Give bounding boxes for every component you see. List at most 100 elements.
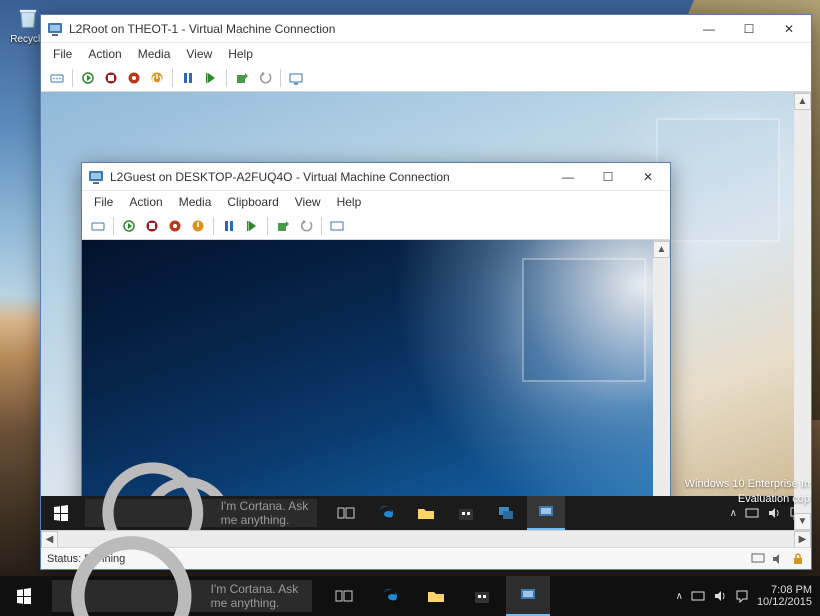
menu-help[interactable]: Help	[222, 45, 259, 63]
menu-media[interactable]: Media	[173, 193, 218, 211]
outer-vertical-scrollbar[interactable]: ▲ ▼	[794, 92, 811, 530]
windows-logo-icon	[16, 588, 32, 604]
edge-button[interactable]	[368, 576, 412, 616]
folder-icon	[417, 504, 435, 522]
vmconnect-taskbar-button[interactable]	[527, 496, 565, 530]
tray-chevron-icon[interactable]: ∧	[676, 591, 683, 602]
shutdown-button[interactable]	[165, 216, 185, 236]
inner-close-button[interactable]: ✕	[628, 164, 668, 190]
windows-logo-icon	[53, 505, 69, 521]
action-center-icon[interactable]	[735, 589, 749, 603]
vmconnect-icon	[519, 586, 537, 604]
inner-menubar: File Action Media Clipboard View Help	[82, 191, 670, 213]
hyperv-icon	[497, 504, 515, 522]
edge-icon	[381, 587, 399, 605]
network-icon[interactable]	[691, 589, 705, 603]
start-button[interactable]	[78, 68, 98, 88]
outer-maximize-button[interactable]: ☐	[729, 16, 769, 42]
tray-clock[interactable]: 7:08 PM 10/12/2015	[757, 584, 812, 608]
menu-file[interactable]: File	[88, 193, 119, 211]
menu-clipboard[interactable]: Clipboard	[221, 193, 284, 211]
enhanced-session-button[interactable]	[327, 216, 347, 236]
task-view-icon	[337, 504, 355, 522]
store-icon	[473, 587, 491, 605]
tray-chevron-icon[interactable]: ∧	[730, 508, 737, 519]
menu-media[interactable]: Media	[132, 45, 177, 63]
start-button[interactable]	[119, 216, 139, 236]
checkpoint-button[interactable]	[273, 216, 293, 236]
task-view-button[interactable]	[327, 496, 365, 530]
pause-button[interactable]	[219, 216, 239, 236]
vmconnect-icon	[88, 169, 104, 185]
menu-action[interactable]: Action	[123, 193, 168, 211]
save-button[interactable]	[147, 68, 167, 88]
inner-maximize-button[interactable]: ☐	[588, 164, 628, 190]
vmconnect-icon	[537, 503, 555, 521]
turnoff-button[interactable]	[142, 216, 162, 236]
explorer-button[interactable]	[407, 496, 445, 530]
outer-titlebar[interactable]: L2Root on THEOT-1 - Virtual Machine Conn…	[41, 15, 811, 43]
volume-icon[interactable]	[767, 506, 781, 520]
host-taskbar: I'm Cortana. Ask me anything. ∧ 7:08 PM …	[0, 576, 820, 616]
inner-titlebar[interactable]: L2Guest on DESKTOP-A2FUQ4O - Virtual Mac…	[82, 163, 670, 191]
store-icon	[457, 504, 475, 522]
hyper-v-manager-button[interactable]	[487, 496, 525, 530]
reset-button[interactable]	[201, 68, 221, 88]
revert-button[interactable]	[255, 68, 275, 88]
menu-view[interactable]: View	[289, 193, 327, 211]
menu-action[interactable]: Action	[82, 45, 127, 63]
outer-close-button[interactable]: ✕	[769, 16, 809, 42]
checkpoint-button[interactable]	[232, 68, 252, 88]
outer-window-title: L2Root on THEOT-1 - Virtual Machine Conn…	[69, 22, 689, 36]
vmconnect-taskbar-button[interactable]	[506, 576, 550, 616]
scroll-right-icon[interactable]: ▶	[794, 531, 811, 548]
separator	[280, 69, 281, 87]
search-placeholder: I'm Cortana. Ask me anything.	[221, 499, 309, 527]
recycle-bin-icon	[14, 4, 42, 32]
menu-file[interactable]: File	[47, 45, 78, 63]
reset-button[interactable]	[242, 216, 262, 236]
store-button[interactable]	[447, 496, 485, 530]
lock-icon[interactable]	[791, 552, 805, 566]
inner-minimize-button[interactable]: —	[548, 164, 588, 190]
folder-icon	[427, 587, 445, 605]
start-button[interactable]	[0, 576, 48, 616]
menu-view[interactable]: View	[180, 45, 218, 63]
separator	[72, 69, 73, 87]
inner-vertical-scrollbar[interactable]: ▲ ▼	[653, 240, 670, 530]
ctrl-alt-del-button[interactable]	[47, 68, 67, 88]
edge-button[interactable]	[367, 496, 405, 530]
enhanced-session-button[interactable]	[286, 68, 306, 88]
display-config-icon[interactable]	[751, 552, 765, 566]
shutdown-button[interactable]	[124, 68, 144, 88]
turnoff-button[interactable]	[101, 68, 121, 88]
host-tray: ∧ 7:08 PM 10/12/2015	[668, 584, 820, 608]
menu-help[interactable]: Help	[331, 193, 368, 211]
network-icon[interactable]	[745, 506, 759, 520]
edge-icon	[377, 504, 395, 522]
store-button[interactable]	[460, 576, 504, 616]
scroll-left-icon[interactable]: ◀	[41, 531, 58, 548]
outer-minimize-button[interactable]: —	[689, 16, 729, 42]
vmconnect-icon	[47, 21, 63, 37]
cortana-search[interactable]: I'm Cortana. Ask me anything.	[52, 580, 312, 612]
search-placeholder: I'm Cortana. Ask me anything.	[211, 582, 304, 610]
cortana-icon	[93, 453, 213, 530]
speaker-icon[interactable]	[771, 552, 785, 566]
scroll-down-icon[interactable]: ▼	[794, 513, 811, 530]
volume-icon[interactable]	[713, 589, 727, 603]
scroll-up-icon[interactable]: ▲	[653, 241, 670, 258]
task-view-button[interactable]	[322, 576, 366, 616]
outer-menubar: File Action Media View Help	[41, 43, 811, 65]
revert-button[interactable]	[296, 216, 316, 236]
outer-vm-guest-display[interactable]: L2Guest on DESKTOP-A2FUQ4O - Virtual Mac…	[41, 92, 811, 530]
pause-button[interactable]	[178, 68, 198, 88]
save-button[interactable]	[188, 216, 208, 236]
inner-toolbar	[82, 213, 670, 240]
ctrl-alt-del-button[interactable]	[88, 216, 108, 236]
explorer-button[interactable]	[414, 576, 458, 616]
cortana-search[interactable]: I'm Cortana. Ask me anything.	[85, 499, 317, 527]
cortana-icon	[60, 525, 203, 616]
scroll-up-icon[interactable]: ▲	[794, 93, 811, 110]
task-view-icon	[335, 587, 353, 605]
